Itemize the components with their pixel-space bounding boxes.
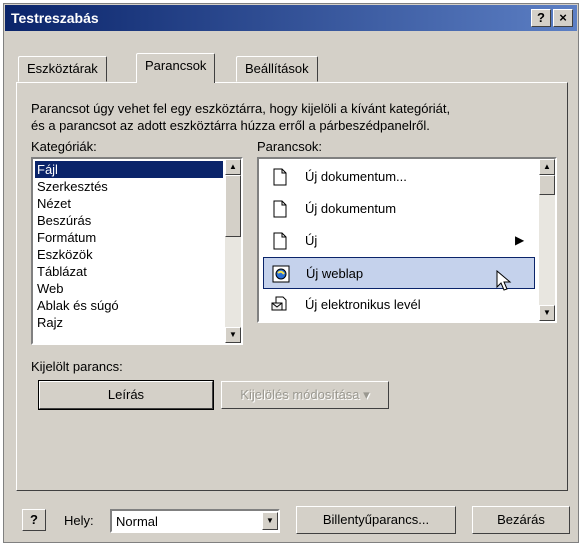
dropdown-arrow-icon: ▾ [363,387,370,402]
scroll-down-arrow-icon[interactable]: ▼ [225,327,241,343]
command-label: Új [305,233,318,248]
category-item-drawing[interactable]: Rajz [35,314,223,331]
command-item-new-email[interactable]: Új elektronikus levél [263,289,535,321]
dialog-title: Testreszabás [11,10,99,26]
email-icon [271,296,287,311]
scroll-up-arrow-icon[interactable]: ▲ [539,159,555,175]
command-label: Új elektronikus levél [305,297,421,312]
customize-dialog: Testreszabás ? × Eszköztárak Parancsok B… [3,3,579,543]
category-item-edit[interactable]: Szerkesztés [35,178,223,195]
webpage-icon [272,265,290,283]
tab-toolbars[interactable]: Eszköztárak [18,56,107,82]
category-item-window-help[interactable]: Ablak és súgó [35,297,223,314]
commands-listbox[interactable]: Új dokumentum... Új dokumentum Új ▶ Új w… [257,157,557,323]
tab-options[interactable]: Beállítások [236,56,318,82]
command-item-new-document-dialog[interactable]: Új dokumentum... [263,161,535,193]
command-item-new-webpage[interactable]: Új weblap [263,257,535,291]
tab-commands-label: Parancsok [145,58,207,73]
close-title-button[interactable]: × [553,9,573,27]
tab-options-label: Beállítások [245,61,309,76]
categories-scrollbar[interactable]: ▲ ▼ [225,159,241,343]
help-icon[interactable]: ? [22,509,46,531]
category-item-web[interactable]: Web [35,280,223,297]
scroll-down-arrow-icon[interactable]: ▼ [539,305,555,321]
command-item-new-document[interactable]: Új dokumentum [263,193,535,225]
category-item-view[interactable]: Nézet [35,195,223,212]
scroll-up-arrow-icon[interactable]: ▲ [225,159,241,175]
submenu-arrow-icon: ▶ [515,233,525,247]
tab-commands[interactable]: Parancsok [136,53,216,83]
document-icon [273,200,287,218]
chevron-down-icon[interactable]: ▼ [262,512,278,530]
command-label: Új dokumentum... [305,169,407,184]
categories-list: Fájl Szerkesztés Nézet Beszúrás Formátum… [35,161,223,331]
tab-toolbars-label: Eszköztárak [27,61,98,76]
command-item-new[interactable]: Új ▶ [263,225,535,257]
commands-label: Parancsok: [257,139,323,154]
title-bar[interactable]: Testreszabás ? × [5,5,577,31]
categories-scroll-thumb[interactable] [225,175,241,237]
category-item-tools[interactable]: Eszközök [35,246,223,263]
category-item-file[interactable]: Fájl [35,161,223,178]
modify-selection-button[interactable]: Kijelölés módosítása ▾ [221,381,389,409]
commands-scroll-thumb[interactable] [539,175,555,195]
commands-scrollbar[interactable]: ▲ ▼ [539,159,555,321]
selected-command-label: Kijelölt parancs: [31,359,123,374]
location-select[interactable]: Normal ▼ [110,509,280,533]
help-title-button[interactable]: ? [531,9,551,27]
help-glyph: ? [30,512,38,527]
commands-tab-panel: Parancsot úgy vehet fel egy eszköztárra,… [16,82,568,491]
document-icon [273,168,287,186]
close-button-label: Bezárás [497,512,545,527]
categories-label: Kategóriák: [31,139,97,154]
category-item-format[interactable]: Formátum [35,229,223,246]
close-button[interactable]: Bezárás [472,506,570,534]
description-button-label: Leírás [107,387,145,402]
location-value: Normal [116,514,158,529]
categories-listbox[interactable]: Fájl Szerkesztés Nézet Beszúrás Formátum… [31,157,243,345]
keyboard-shortcuts-label: Billentyűparancs... [322,512,430,527]
modify-selection-label: Kijelölés módosítása [240,387,360,402]
category-item-table[interactable]: Táblázat [35,263,223,280]
document-icon [273,232,287,250]
description-line-2: és a parancsot az adott eszköztárra húzz… [31,118,430,133]
location-label: Hely: [64,513,94,528]
description-line-1: Parancsot úgy vehet fel egy eszköztárra,… [31,101,451,116]
category-item-insert[interactable]: Beszúrás [35,212,223,229]
description-button[interactable]: Leírás [38,380,214,410]
command-label: Új weblap [306,266,364,281]
command-label: Új dokumentum [305,201,397,216]
keyboard-shortcuts-button[interactable]: Billentyűparancs... [296,506,456,534]
